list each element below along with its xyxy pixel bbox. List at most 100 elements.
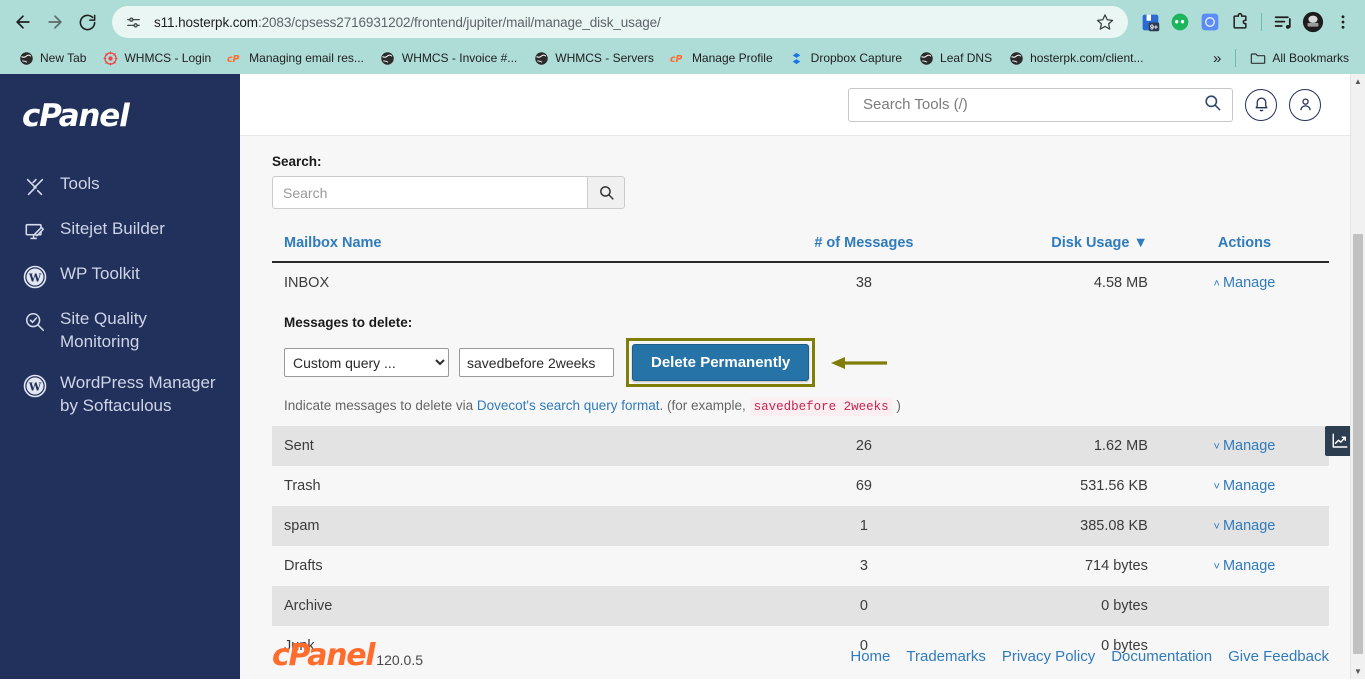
cell-messages: 69	[855, 478, 872, 494]
table-row[interactable]: Archive 0 0 bytes	[272, 586, 1329, 626]
page-footer: cPanel 120.0.5 Home Trademarks Privacy Po…	[272, 638, 1329, 673]
footer-link-documentation[interactable]: Documentation	[1111, 648, 1212, 665]
query-type-select[interactable]: Custom query ...	[284, 348, 449, 377]
search-label: Search:	[272, 154, 322, 169]
mailbox-search-button[interactable]	[587, 176, 625, 209]
query-hint: Indicate messages to delete via Dovecot'…	[284, 398, 1317, 416]
scrollbar-thumb[interactable]	[1353, 234, 1363, 654]
bookmark-item[interactable]: WHMCS - Login	[94, 47, 219, 69]
table-row[interactable]: Drafts 3 714 bytes ˅ Manage	[272, 546, 1329, 586]
footer-link-privacy-policy[interactable]: Privacy Policy	[1002, 648, 1095, 665]
cell-actions: ˅ Manage	[1160, 466, 1329, 506]
bookmark-item[interactable]: cP Managing email res...	[219, 47, 372, 69]
footer-version: 120.0.5	[376, 652, 424, 668]
chrome-menu-icon[interactable]	[1329, 8, 1357, 36]
svg-text:W: W	[28, 380, 42, 393]
svg-text:cP: cP	[670, 53, 683, 64]
cell-actions: ˅ Manage	[1160, 546, 1329, 586]
site-settings-icon[interactable]	[120, 9, 146, 35]
openai-extension-icon[interactable]	[1196, 8, 1224, 36]
table-row[interactable]: Sent 26 1.62 MB ˅ Manage	[272, 426, 1329, 466]
bookmarks-overflow-button[interactable]: »	[1205, 47, 1229, 70]
bookmark-item[interactable]: Leaf DNS	[910, 47, 1000, 69]
forward-arrow-icon[interactable]	[40, 7, 70, 37]
column-header-actions: Actions	[1159, 235, 1329, 263]
notifications-button[interactable]	[1245, 88, 1277, 121]
cell-disk-usage: 385.08 KB	[969, 506, 1160, 546]
cpanel-icon: cP	[227, 50, 243, 66]
chat-bubble-extension-icon[interactable]	[1166, 8, 1194, 36]
table-body: INBOX 38 4.58 MB ˄ Manage Messages to del…	[272, 262, 1329, 666]
cell-mailbox-name: Sent	[272, 426, 759, 466]
folder-icon	[1250, 50, 1266, 66]
sidebar-item-site-quality-monitoring[interactable]: Site Quality Monitoring	[0, 299, 240, 363]
sidebar-item-wp-toolkit[interactable]: W WP Toolkit	[0, 254, 240, 299]
manage-label: Manage	[1222, 275, 1276, 291]
column-header-mailbox-name[interactable]: Mailbox Name	[272, 235, 759, 263]
manage-link[interactable]: ˅ Manage	[1214, 438, 1276, 454]
column-header-disk-usage[interactable]: Disk Usage ▼	[969, 235, 1160, 263]
query-value-input[interactable]	[459, 348, 614, 377]
search-icon[interactable]	[1203, 93, 1222, 117]
reading-list-icon[interactable]	[1269, 8, 1297, 36]
manage-link[interactable]: ˅ Manage	[1214, 558, 1276, 574]
manage-label: Manage	[1222, 438, 1276, 454]
manage-link[interactable]: ˄ Manage	[1214, 275, 1276, 291]
cell-actions: ˅ Manage	[1159, 506, 1329, 546]
column-header-messages[interactable]: # of Messages	[758, 235, 970, 263]
table-row[interactable]: Trash 69 531.56 KB ˅ Manage	[272, 466, 1329, 506]
footer-link-give-feedback[interactable]: Give Feedback	[1228, 648, 1329, 665]
tools-search[interactable]	[848, 87, 1233, 122]
manage-link[interactable]: ˅ Manage	[1214, 478, 1276, 494]
cell-messages: 1	[758, 506, 970, 546]
bookmark-label: Managing email res...	[249, 51, 364, 65]
wordpress-icon: W	[22, 373, 48, 399]
save-to-drive-extension-icon[interactable]: 9+	[1136, 8, 1164, 36]
puzzle-extensions-icon[interactable]	[1226, 8, 1254, 36]
bookmark-item[interactable]: hosterpk.com/client...	[1000, 47, 1151, 69]
scroll-up-arrow-icon[interactable]: ▲	[1351, 74, 1365, 89]
cell-mailbox-name: Drafts	[284, 558, 323, 574]
bookmark-item[interactable]: New Tab	[10, 47, 94, 69]
reload-icon[interactable]	[72, 7, 102, 37]
mailbox-search-input[interactable]	[272, 176, 587, 209]
sidebar-item-tools[interactable]: Tools	[0, 164, 240, 209]
bookmark-item[interactable]: cP Manage Profile	[662, 47, 781, 69]
address-bar[interactable]: s11.hosterpk.com:2083/cpsess2716931202/f…	[112, 6, 1128, 38]
cell-messages: 0	[758, 586, 970, 626]
back-arrow-icon[interactable]	[8, 7, 38, 37]
delete-controls: Custom query ... Delete Permanently	[284, 338, 1317, 387]
delete-permanently-button[interactable]: Delete Permanently	[632, 344, 810, 381]
globe-icon	[380, 50, 396, 66]
mailbox-search-row	[272, 176, 1329, 209]
page-scrollbar[interactable]: ▲ ▼	[1350, 74, 1365, 679]
star-icon[interactable]	[1092, 9, 1118, 35]
profile-avatar-icon[interactable]	[1299, 8, 1327, 36]
cell-mailbox-name: INBOX	[284, 275, 330, 291]
delete-button-highlight: Delete Permanently	[626, 338, 816, 387]
table-row[interactable]: spam 1 385.08 KB ˅ Manage	[272, 506, 1329, 546]
search-input[interactable]	[861, 95, 1203, 114]
globe-icon	[18, 50, 34, 66]
account-button[interactable]	[1289, 88, 1321, 121]
url-text: s11.hosterpk.com:2083/cpsess2716931202/f…	[154, 15, 1092, 30]
sidebar-item-label: WordPress Manager by Softaculous	[60, 372, 216, 415]
bookmark-label: hosterpk.com/client...	[1030, 51, 1144, 65]
dovecot-docs-link[interactable]: Dovecot's search query format	[477, 398, 660, 413]
footer-link-trademarks[interactable]: Trademarks	[906, 648, 985, 665]
cpanel-icon: cP	[670, 50, 686, 66]
bookmark-item[interactable]: WHMCS - Servers	[525, 47, 662, 69]
scroll-down-arrow-icon[interactable]: ▼	[1351, 664, 1365, 679]
sidebar-item-label: WP Toolkit	[60, 264, 140, 283]
svg-text:9+: 9+	[1150, 24, 1158, 31]
bookmark-item[interactable]: Dropbox Capture	[781, 47, 910, 69]
cell-disk-usage: 531.56 KB	[1080, 478, 1148, 494]
manage-link[interactable]: ˅ Manage	[1214, 518, 1276, 534]
sidebar-item-sitejet-builder[interactable]: Sitejet Builder	[0, 209, 240, 254]
cell-messages: 3	[859, 558, 868, 574]
bookmark-item[interactable]: WHMCS - Invoice #...	[372, 47, 525, 69]
sidebar-item-wordpress-manager-by-softaculous[interactable]: W WordPress Manager by Softaculous	[0, 363, 240, 427]
footer-link-home[interactable]: Home	[850, 648, 890, 665]
all-bookmarks-button[interactable]: All Bookmarks	[1242, 47, 1357, 69]
table-row[interactable]: INBOX 38 4.58 MB ˄ Manage	[272, 262, 1329, 303]
